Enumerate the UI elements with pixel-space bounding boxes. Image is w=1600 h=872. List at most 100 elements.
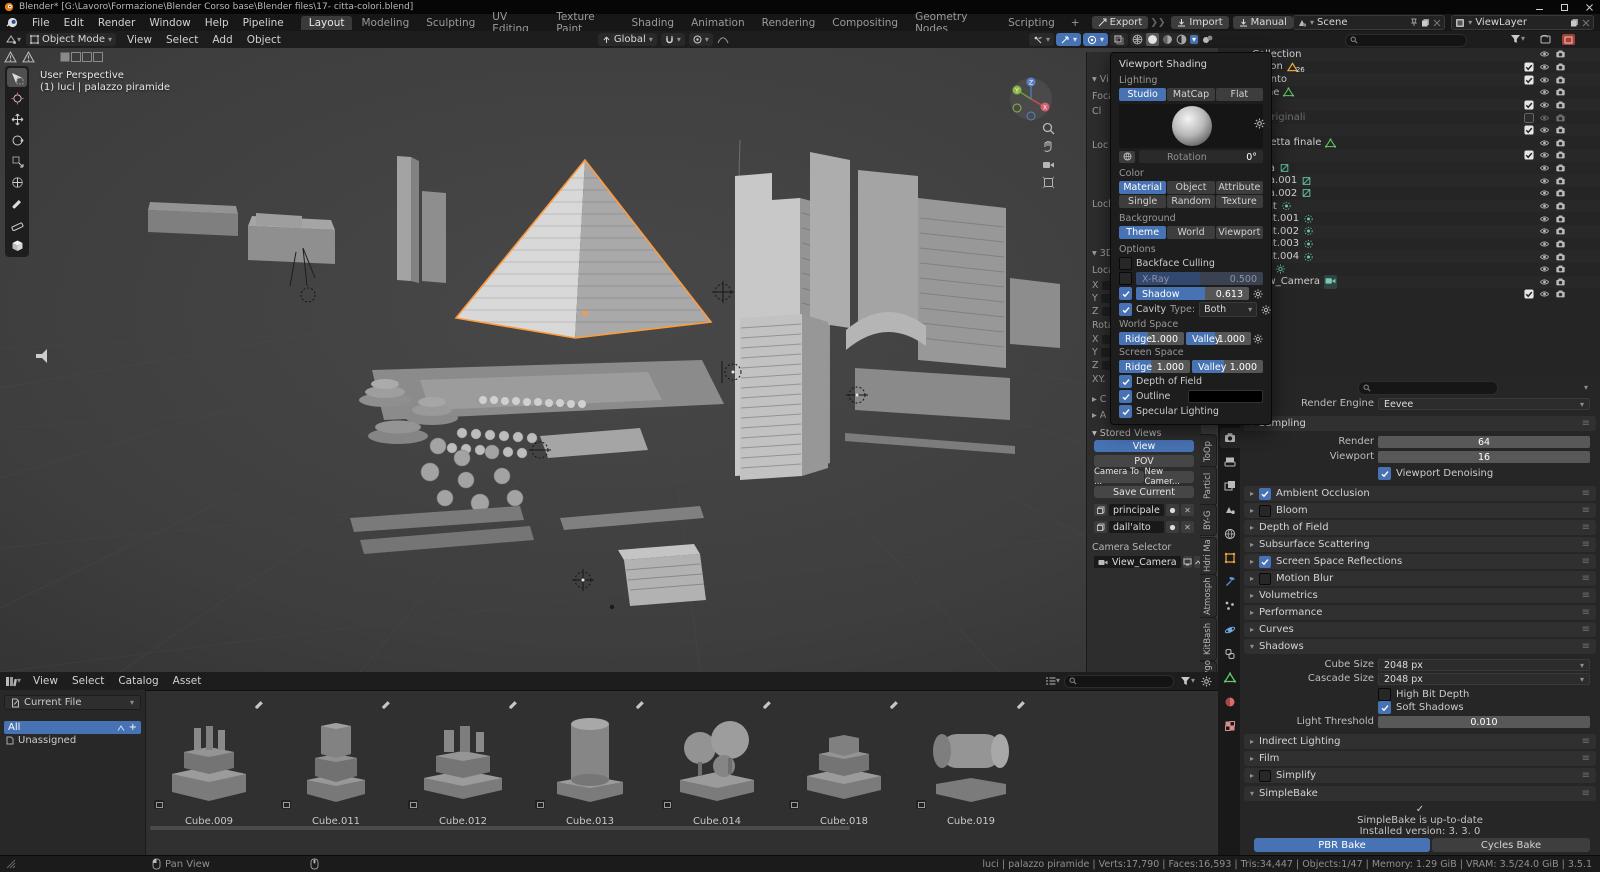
high-bit-depth-checkbox[interactable] — [1378, 688, 1391, 701]
object-visibility-dropdown[interactable]: ▾ — [1029, 33, 1054, 46]
asset-tile[interactable]: Cube.019 — [912, 696, 1030, 855]
shading-solid-icon[interactable] — [1146, 33, 1159, 46]
outliner-row[interactable]: ort — [1218, 288, 1600, 301]
render-visibility-icon[interactable] — [1555, 201, 1566, 211]
cavity-checkbox[interactable] — [1119, 303, 1132, 316]
render-visibility-icon[interactable] — [1555, 100, 1566, 110]
add-catalog-icon[interactable]: + — [129, 722, 137, 733]
viewport-menu-select[interactable]: Select — [159, 34, 205, 46]
view-radio-icon[interactable] — [1166, 504, 1179, 516]
panel-volumetrics[interactable]: ▸Volumetrics≡ — [1244, 588, 1596, 603]
warning-icon[interactable] — [22, 51, 35, 63]
ws-ridge-slider[interactable]: Ridge1.000 — [1119, 332, 1184, 345]
camera-view-icon[interactable] — [1040, 156, 1056, 172]
collection-checkbox[interactable] — [1524, 62, 1534, 72]
xray-slider[interactable]: X-Ray 0.500 — [1136, 272, 1263, 285]
properties-tab-viewlayer[interactable] — [1220, 476, 1240, 496]
zoom-icon[interactable] — [1040, 120, 1056, 136]
outliner-row[interactable]: Area.001 — [1218, 174, 1600, 187]
export-button[interactable]: Export — [1092, 16, 1149, 29]
hide-eye-icon[interactable] — [1539, 113, 1550, 123]
outliner-row[interactable]: etta — [1218, 124, 1600, 137]
menu-help[interactable]: Help — [198, 17, 236, 29]
render-engine-dropdown[interactable]: Eevee▾ — [1378, 398, 1590, 410]
render-pass-icon[interactable] — [1202, 34, 1214, 45]
xray-checkbox[interactable] — [1119, 272, 1132, 285]
view-radio-icon[interactable] — [1166, 521, 1179, 533]
edit-asset-icon[interactable] — [635, 700, 645, 710]
properties-tab-material[interactable] — [1220, 692, 1240, 712]
horizontal-scrollbar[interactable] — [150, 826, 850, 830]
render-visibility-icon[interactable] — [1555, 239, 1566, 249]
catalog-item-unassigned[interactable]: Unassigned — [0, 734, 145, 747]
new-viewlayer-icon[interactable] — [1570, 18, 1579, 27]
gear-icon[interactable] — [1253, 289, 1263, 299]
tool-transform[interactable] — [7, 173, 27, 192]
mode-dropdown[interactable]: Object Mode ▾ — [26, 33, 116, 46]
overlays-toggle[interactable]: ▾ — [1083, 33, 1108, 46]
hide-eye-icon[interactable] — [1539, 62, 1550, 72]
menu-file[interactable]: File — [25, 17, 57, 29]
panel-subsurface-scattering[interactable]: ▸Subsurface Scattering≡ — [1244, 537, 1596, 552]
render-visibility-icon[interactable] — [1555, 264, 1566, 274]
tool-move[interactable] — [7, 110, 27, 129]
asset-menu-catalog[interactable]: Catalog — [111, 675, 165, 687]
panel-checkbox[interactable] — [1259, 573, 1271, 585]
perspective-toggle-icon[interactable] — [1040, 174, 1056, 190]
edit-asset-icon[interactable] — [254, 700, 264, 710]
background-option-world[interactable]: World — [1167, 226, 1214, 239]
outline-checkbox[interactable] — [1119, 390, 1132, 403]
gear-icon[interactable] — [1201, 676, 1212, 687]
asset-tile[interactable]: Cube.018 — [785, 696, 903, 855]
outliner-row[interactable]: imento — [1218, 73, 1600, 86]
sidebar-tab-toop[interactable]: ToOp — [1200, 434, 1217, 468]
background-option-viewport[interactable]: Viewport — [1216, 226, 1263, 239]
shadow-slider[interactable]: Shadow 0.613 — [1136, 287, 1249, 300]
ws-valley-slider[interactable]: Valley1.000 — [1186, 332, 1251, 345]
edit-asset-icon[interactable] — [762, 700, 772, 710]
render-visibility-icon[interactable] — [1555, 163, 1566, 173]
minimize-button[interactable] — [1535, 3, 1544, 12]
color-option-object[interactable]: Object — [1167, 181, 1214, 194]
outliner-row[interactable]: Sun — [1218, 263, 1600, 276]
shading-rendered-icon[interactable] — [1176, 34, 1187, 45]
hide-eye-icon[interactable] — [1539, 188, 1550, 198]
new-collection-icon[interactable] — [1540, 34, 1551, 44]
sphere-icon[interactable] — [1119, 151, 1135, 163]
panel-checkbox[interactable] — [1259, 488, 1271, 500]
xray-toggle[interactable] — [1110, 33, 1128, 46]
panel-checkbox[interactable] — [1259, 770, 1271, 782]
hide-eye-icon[interactable] — [1539, 239, 1550, 249]
lighting-option-flat[interactable]: Flat — [1216, 88, 1263, 101]
color-option-random[interactable]: Random — [1167, 195, 1214, 208]
color-option-texture[interactable]: Texture — [1216, 195, 1263, 208]
menu-window[interactable]: Window — [142, 17, 197, 29]
filter-icon[interactable]: ▾ — [1510, 34, 1525, 44]
stored-views-pov-button[interactable]: POV — [1094, 455, 1194, 467]
new-camera-button[interactable]: New Camer... — [1145, 471, 1195, 483]
workspace-tab-rendering[interactable]: Rendering — [754, 16, 824, 30]
blender-menu-icon[interactable] — [0, 17, 25, 28]
sidebar-tab-hdri-ma[interactable]: Hdri Ma — [1200, 537, 1217, 575]
edit-asset-icon[interactable] — [381, 700, 391, 710]
menu-pipeline[interactable]: Pipeline — [236, 17, 291, 29]
transform-orientation-dropdown[interactable]: Global ▾ — [598, 33, 657, 46]
snap-toggle[interactable]: ▾ — [661, 33, 685, 46]
hide-eye-icon[interactable] — [1539, 176, 1550, 186]
menu-edit[interactable]: Edit — [57, 17, 91, 29]
hide-eye-icon[interactable] — [1539, 214, 1550, 224]
stored-view-name[interactable]: dall'alto — [1109, 521, 1164, 533]
asset-editor-type-icon[interactable]: ▾ — [0, 676, 26, 687]
tool-add-cube[interactable] — [7, 236, 27, 255]
collection-checkbox[interactable] — [1524, 150, 1534, 160]
color-option-material[interactable]: Material — [1119, 181, 1166, 194]
properties-tab-object[interactable] — [1220, 548, 1240, 568]
rotation-slider[interactable]: Rotation 0° — [1139, 150, 1263, 163]
outliner-row[interactable]: ection26 — [1218, 61, 1600, 74]
collection-checkbox[interactable] — [1524, 125, 1534, 135]
gear-icon[interactable] — [1253, 334, 1263, 344]
panel-depth-of-field[interactable]: ▸Depth of Field≡ — [1244, 520, 1596, 535]
outliner-search-input[interactable] — [1345, 34, 1467, 47]
outline-color-swatch[interactable] — [1188, 390, 1263, 403]
hide-eye-icon[interactable] — [1539, 75, 1550, 85]
